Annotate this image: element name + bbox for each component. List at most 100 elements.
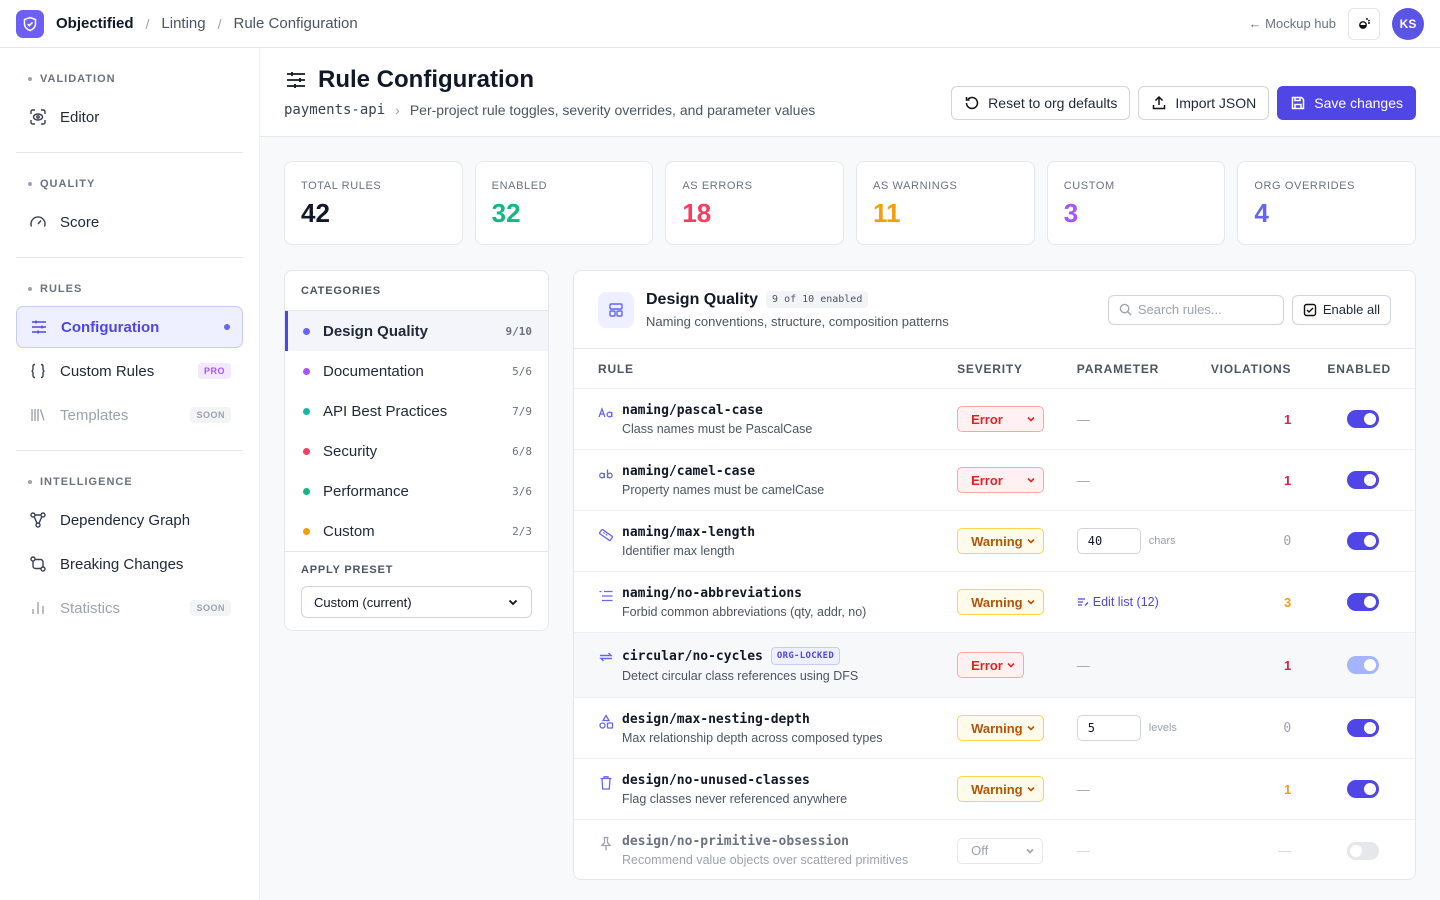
rule-enabled-toggle[interactable] <box>1347 410 1379 428</box>
layout-icon <box>598 291 634 328</box>
preset-section: APPLY PRESET Custom (current) <box>285 551 548 630</box>
rule-enabled-toggle[interactable] <box>1347 532 1379 550</box>
sidebar-item-label: Editor <box>60 108 100 126</box>
search-rules-input[interactable]: Search rules... <box>1107 294 1284 325</box>
pin-icon <box>598 836 614 852</box>
app-logo-icon[interactable] <box>16 9 44 38</box>
category-dot <box>303 407 310 415</box>
edit-list-link[interactable]: Edit list (12) <box>1077 595 1159 609</box>
violation-count: 0 <box>1283 720 1292 736</box>
rule-enabled-toggle[interactable] <box>1347 471 1379 489</box>
sidebar-item-custom-rules[interactable]: Custom Rules PRO <box>16 350 243 392</box>
violation-count: 1 <box>1283 657 1292 673</box>
rule-enabled-toggle[interactable] <box>1347 841 1379 860</box>
parameter-unit: levels <box>1148 722 1177 734</box>
rule-enabled-toggle[interactable] <box>1347 593 1379 611</box>
text-lowercase-icon <box>598 466 614 482</box>
rule-enabled-toggle[interactable] <box>1347 719 1379 737</box>
user-avatar[interactable]: KS <box>1392 7 1424 40</box>
parameter-empty: — <box>1076 781 1090 797</box>
stat-card: TOTAL RULES 42 <box>284 161 463 245</box>
categories-panel: CATEGORIES Design Quality 9/10 Documentat… <box>284 270 549 631</box>
chevron-down-icon <box>1027 538 1035 544</box>
severity-select[interactable]: Warning <box>957 776 1045 802</box>
severity-select[interactable]: Error <box>957 406 1045 432</box>
breadcrumb-linting[interactable]: Linting <box>161 15 205 32</box>
parameter-empty: — <box>1076 472 1090 488</box>
rule-row: design/no-unused-classes Flag classes nev… <box>574 759 1415 820</box>
sidebar-item-dependency-graph[interactable]: Dependency Graph <box>16 499 243 541</box>
nav-section-validation: VALIDATION Editor <box>16 64 243 153</box>
severity-select[interactable]: Warning <box>957 589 1045 615</box>
rule-name: design/no-primitive-obsession <box>622 834 849 849</box>
sidebar-item-configuration[interactable]: Configuration <box>16 306 243 348</box>
categories-title: CATEGORIES <box>285 271 548 311</box>
section-title: VALIDATION <box>40 73 116 85</box>
active-indicator <box>224 324 230 330</box>
chevron-down-icon <box>1026 848 1034 854</box>
severity-select[interactable]: Error <box>957 652 1025 678</box>
rule-name: naming/max-length <box>622 524 756 540</box>
save-changes-button[interactable]: Save changes <box>1277 86 1416 120</box>
top-bar: Objectified / Linting / Rule Configurati… <box>0 0 1440 48</box>
parameter-input[interactable]: 5 <box>1076 715 1141 741</box>
theme-toggle-button[interactable] <box>1348 7 1380 40</box>
preset-select[interactable]: Custom (current) <box>301 586 532 618</box>
category-item[interactable]: Documentation 5/6 <box>285 351 548 391</box>
category-dot <box>303 327 310 335</box>
theme-icon <box>1359 17 1370 29</box>
text-case-icon <box>598 405 614 421</box>
eye-scan-icon <box>28 107 48 127</box>
parameter-input[interactable]: 40 <box>1076 528 1141 554</box>
rule-enabled-toggle[interactable] <box>1347 780 1379 798</box>
category-item[interactable]: API Best Practices 7/9 <box>285 391 548 431</box>
breadcrumb-separator: / <box>145 15 150 32</box>
nav-section-intelligence: INTELLIGENCE Dependency Graph Breaking C… <box>16 467 243 643</box>
reset-defaults-button[interactable]: Reset to org defaults <box>951 86 1131 120</box>
nav-section-rules: RULES Configuration Custom Rules PRO Tem… <box>16 274 243 451</box>
rule-name: circular/no-cycles <box>622 648 763 664</box>
severity-select[interactable]: Off <box>957 837 1044 864</box>
graph-icon <box>28 510 48 530</box>
rule-description: Class names must be PascalCase <box>622 421 813 436</box>
mockup-hub-link[interactable]: ← Mockup hub <box>1249 16 1336 31</box>
category-item[interactable]: Security 6/8 <box>285 431 548 471</box>
sidebar-item-breaking-changes[interactable]: Breaking Changes <box>16 543 243 585</box>
rule-description: Recommend value objects over scattered p… <box>622 853 909 867</box>
sidebar-item-editor[interactable]: Editor <box>16 96 243 138</box>
rule-description: Identifier max length <box>622 543 735 558</box>
sidebar-item-score[interactable]: Score <box>16 201 243 243</box>
sidebar-item-label: Configuration <box>61 318 160 336</box>
sidebar: VALIDATION Editor QUALITY Score RULES Co… <box>0 48 260 900</box>
import-json-button[interactable]: Import JSON <box>1138 86 1270 120</box>
cycle-arrows-icon <box>598 649 614 665</box>
enable-all-button[interactable]: Enable all <box>1291 294 1391 325</box>
parameter-empty: — <box>1076 411 1090 427</box>
rule-name: naming/pascal-case <box>622 402 763 418</box>
violation-count: 1 <box>1283 411 1292 427</box>
reset-icon <box>965 96 979 110</box>
category-item[interactable]: Custom 2/3 <box>285 511 548 551</box>
sidebar-item-label: Custom Rules <box>60 362 155 380</box>
project-name[interactable]: payments-api <box>284 102 385 118</box>
category-title: Design Quality <box>646 290 759 308</box>
chevron-right-icon: › <box>395 102 400 118</box>
chevron-down-icon <box>1027 786 1035 792</box>
list-edit-icon <box>1077 598 1089 606</box>
rule-description: Property names must be camelCase <box>622 482 825 497</box>
severity-select[interactable]: Error <box>957 467 1045 493</box>
rule-row: design/max-nesting-depth Max relationship… <box>574 698 1415 759</box>
parameter-empty: — <box>1076 843 1090 858</box>
stat-value: 42 <box>301 198 330 228</box>
category-item[interactable]: Performance 3/6 <box>285 471 548 511</box>
sidebar-item-label: Breaking Changes <box>60 555 184 573</box>
rule-description: Max relationship depth across composed t… <box>622 730 883 745</box>
rules-panel-header: Design Quality 9 of 10 enabled Naming con… <box>574 271 1415 349</box>
category-dot <box>303 367 310 375</box>
severity-select[interactable]: Warning <box>957 715 1045 741</box>
violation-count: — <box>1278 843 1292 858</box>
category-item[interactable]: Design Quality 9/10 <box>285 311 548 351</box>
severity-select[interactable]: Warning <box>957 528 1045 554</box>
rule-description: Forbid common abbreviations (qty, addr, … <box>622 604 867 619</box>
brand-name[interactable]: Objectified <box>56 15 134 32</box>
